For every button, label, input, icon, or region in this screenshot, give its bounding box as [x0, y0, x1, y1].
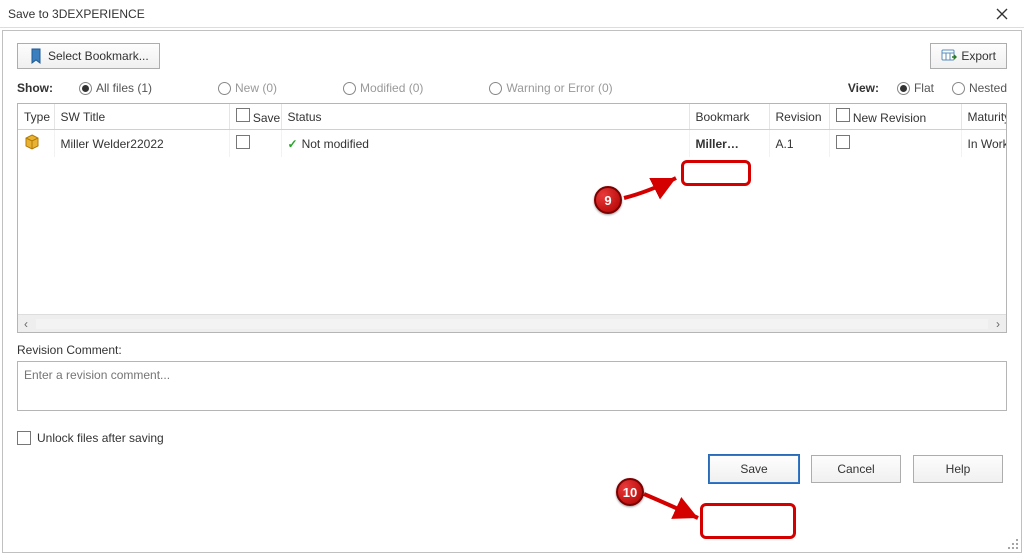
filter-new-label: New (0): [235, 81, 277, 95]
cell-status: ✓ Not modified: [281, 130, 689, 158]
export-button[interactable]: Export: [930, 43, 1007, 69]
titlebar: Save to 3DEXPERIENCE: [0, 0, 1024, 28]
files-grid: Type SW Title Save Status Bookmark Revis…: [17, 103, 1007, 333]
cell-maturity: In Work: [961, 130, 1006, 158]
filter-modified-label: Modified (0): [360, 81, 423, 95]
cell-sw-title: Miller Welder22022: [54, 130, 229, 158]
bookmark-icon: [28, 48, 44, 64]
view-flat[interactable]: Flat: [897, 81, 934, 95]
cancel-button-label: Cancel: [837, 462, 874, 476]
select-bookmark-button[interactable]: Select Bookmark...: [17, 43, 160, 69]
dialog-body: Select Bookmark... Export Show: All file…: [2, 30, 1022, 553]
radio-icon: [79, 82, 92, 95]
filter-row: Show: All files (1) New (0) Modified (0)…: [3, 77, 1021, 103]
save-to-3dex-dialog: Save to 3DEXPERIENCE Select Bookmark... …: [0, 0, 1024, 555]
view-flat-label: Flat: [914, 81, 934, 95]
annotation-10: 10: [616, 478, 644, 506]
col-status[interactable]: Status: [281, 104, 689, 130]
view-nested-label: Nested: [969, 81, 1007, 95]
col-new-revision-label: New Revision: [853, 111, 926, 125]
cell-new-revision-chk[interactable]: [829, 130, 961, 158]
close-button[interactable]: [988, 4, 1016, 24]
checkbox-icon[interactable]: [236, 135, 250, 149]
table-row[interactable]: Miller Welder22022 ✓ Not modified Miller……: [18, 130, 1006, 158]
radio-icon: [343, 82, 356, 95]
annotation-arrow-10: [642, 488, 704, 524]
cell-revision: A.1: [769, 130, 829, 158]
col-type[interactable]: Type: [18, 104, 54, 130]
grid-header-row: Type SW Title Save Status Bookmark Revis…: [18, 104, 1006, 130]
filter-all-label: All files (1): [96, 81, 152, 95]
col-sw-title[interactable]: SW Title: [54, 104, 229, 130]
radio-icon: [218, 82, 231, 95]
radio-icon: [897, 82, 910, 95]
checkbox-icon[interactable]: [836, 135, 850, 149]
view-nested[interactable]: Nested: [952, 81, 1007, 95]
export-icon: [941, 48, 957, 64]
top-toolbar: Select Bookmark... Export: [3, 31, 1021, 77]
filter-all[interactable]: All files (1): [79, 81, 152, 95]
part-icon: [24, 134, 40, 150]
horizontal-scrollbar[interactable]: ‹ ›: [18, 314, 1006, 332]
annotation-9: 9: [594, 186, 622, 214]
window-title: Save to 3DEXPERIENCE: [8, 7, 145, 21]
cell-save-chk[interactable]: [229, 130, 281, 158]
filter-warning[interactable]: Warning or Error (0): [489, 81, 612, 95]
revision-comment-input[interactable]: [17, 361, 1007, 411]
save-button-label: Save: [740, 462, 767, 476]
checkbox-icon[interactable]: [236, 108, 250, 122]
save-button[interactable]: Save: [709, 455, 799, 483]
filter-warning-label: Warning or Error (0): [506, 81, 612, 95]
filter-new[interactable]: New (0): [218, 81, 277, 95]
col-new-revision[interactable]: New Revision: [829, 104, 961, 130]
col-bookmark[interactable]: Bookmark: [689, 104, 769, 130]
col-save-label: Save: [253, 111, 280, 125]
unlock-row: Unlock files after saving: [3, 411, 1021, 451]
annotation-box-save: [700, 503, 796, 539]
annotation-arrow-9: [620, 172, 684, 206]
cancel-button[interactable]: Cancel: [811, 455, 901, 483]
show-label: Show:: [17, 81, 53, 95]
cell-status-text: Not modified: [302, 137, 369, 151]
radio-icon: [952, 82, 965, 95]
help-button[interactable]: Help: [913, 455, 1003, 483]
scroll-track[interactable]: [36, 319, 988, 329]
view-section: View: Flat Nested: [848, 81, 1007, 95]
cell-bookmark[interactable]: Miller…: [689, 130, 769, 158]
grid-table: Type SW Title Save Status Bookmark Revis…: [18, 104, 1006, 157]
scroll-left-icon[interactable]: ‹: [18, 316, 34, 332]
revision-comment-label: Revision Comment:: [3, 333, 1021, 361]
checkmark-icon: ✓: [288, 137, 298, 151]
grid-scroll-area[interactable]: Type SW Title Save Status Bookmark Revis…: [18, 104, 1006, 332]
scroll-right-icon[interactable]: ›: [990, 316, 1006, 332]
export-label: Export: [961, 49, 996, 63]
close-icon: [996, 8, 1008, 20]
col-revision[interactable]: Revision: [769, 104, 829, 130]
unlock-checkbox[interactable]: [17, 431, 31, 445]
checkbox-icon[interactable]: [836, 108, 850, 122]
select-bookmark-label: Select Bookmark...: [48, 49, 149, 63]
cell-type: [18, 130, 54, 158]
view-label: View:: [848, 81, 879, 95]
radio-icon: [489, 82, 502, 95]
resize-grip-icon[interactable]: [1006, 537, 1020, 551]
col-save[interactable]: Save: [229, 104, 281, 130]
col-maturity[interactable]: Maturity: [961, 104, 1006, 130]
filter-modified[interactable]: Modified (0): [343, 81, 423, 95]
annotation-box-bookmark: [681, 160, 751, 186]
help-button-label: Help: [946, 462, 971, 476]
unlock-label: Unlock files after saving: [37, 431, 164, 445]
footer-buttons: Save Cancel Help: [3, 451, 1021, 493]
